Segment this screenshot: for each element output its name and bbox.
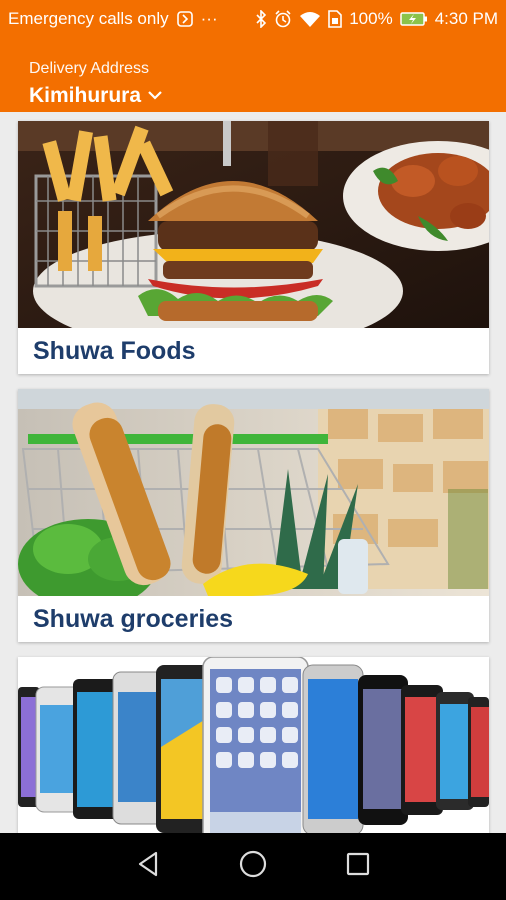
delivery-address-value: Kimihurura bbox=[29, 84, 142, 107]
chevron-down-icon bbox=[147, 87, 163, 105]
alarm-icon bbox=[274, 10, 292, 28]
more-notifications-glyph: ··· bbox=[200, 9, 218, 28]
category-card-groceries[interactable]: Shuwa groceries bbox=[18, 389, 489, 642]
category-card-phones[interactable] bbox=[18, 657, 489, 833]
status-bar: Emergency calls only ··· 100% 4:30 PM bbox=[0, 0, 506, 38]
food-burger-fries-image bbox=[18, 121, 489, 328]
battery-charging-icon bbox=[399, 11, 428, 27]
home-button[interactable] bbox=[233, 847, 273, 887]
grocery-cart-image bbox=[18, 389, 489, 596]
card-title: Shuwa Foods bbox=[33, 336, 196, 365]
app-notification-icon bbox=[176, 11, 193, 27]
clock: 4:30 PM bbox=[434, 9, 498, 28]
address-selector[interactable]: Kimihurura bbox=[29, 84, 506, 108]
smartphones-image bbox=[18, 657, 489, 833]
delivery-address-label: Delivery Address bbox=[29, 60, 150, 77]
system-navigation-bar bbox=[0, 833, 506, 900]
back-icon bbox=[136, 851, 160, 882]
app-header: Delivery Address Kimihurura bbox=[0, 38, 506, 112]
category-card-food[interactable]: Shuwa Foods bbox=[18, 121, 489, 374]
sim-icon bbox=[328, 10, 343, 28]
recents-button[interactable] bbox=[338, 847, 378, 887]
battery-percent: 100% bbox=[349, 9, 393, 28]
wifi-icon bbox=[299, 10, 321, 28]
bluetooth-icon bbox=[255, 10, 267, 28]
carrier-text: Emergency calls only bbox=[8, 9, 169, 28]
home-icon bbox=[239, 850, 267, 883]
recents-icon bbox=[346, 852, 370, 881]
card-title: Shuwa groceries bbox=[33, 604, 234, 633]
back-button[interactable] bbox=[128, 847, 168, 887]
category-list[interactable]: Shuwa Foods Shuwa groceries bbox=[0, 112, 506, 833]
